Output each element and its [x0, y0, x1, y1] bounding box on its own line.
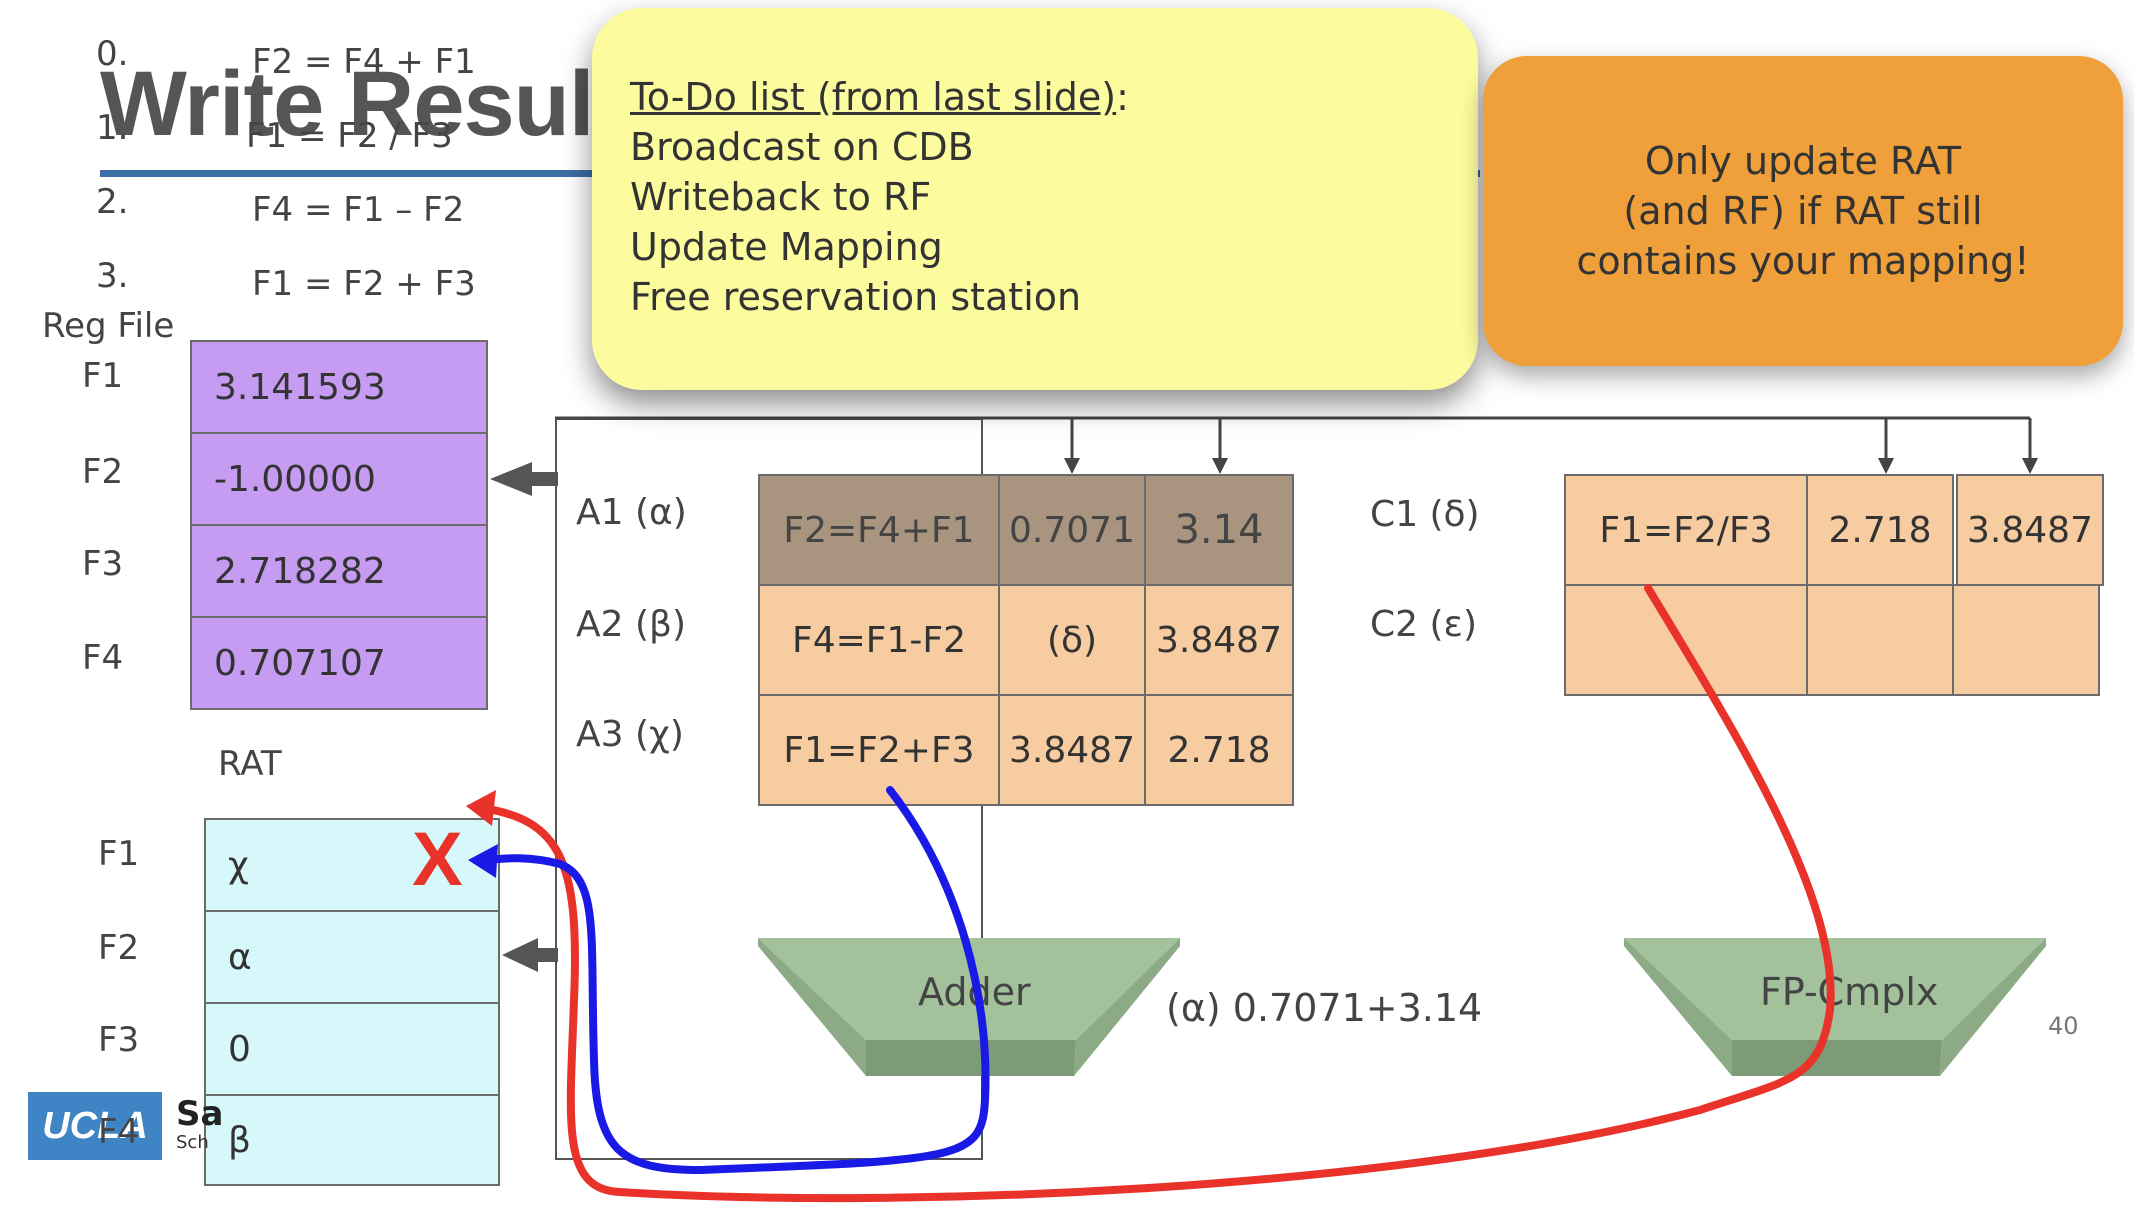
todo-item: Update Mapping	[630, 225, 943, 269]
rat-update-note: Only update RAT (and RF) if RAT still co…	[1483, 56, 2123, 366]
rat-reg-f4: F4	[98, 1112, 140, 1152]
cdb-arrowheads	[1064, 458, 2038, 474]
writeback-arrows	[490, 462, 558, 972]
note-line: (and RF) if RAT still	[1623, 189, 1983, 233]
adder-result-label: (α) 0.7071+3.14	[1166, 986, 1483, 1030]
instr-text-1: F1 = F2 / F3	[246, 116, 453, 156]
instr-num-2: 2.	[96, 182, 129, 222]
adder-unit-label: Adder	[918, 970, 1031, 1014]
instr-text-2: F4 = F1 – F2	[252, 190, 465, 230]
todo-list: To-Do list (from last slide): Broadcast …	[630, 72, 1129, 322]
note-line: contains your mapping!	[1576, 239, 2030, 283]
instr-num-1: 1.	[96, 108, 129, 148]
page-number: 40	[2048, 1012, 2079, 1040]
cdb-bus	[555, 416, 2032, 462]
instr-text-0: F2 = F4 + F1	[252, 42, 476, 82]
todo-item: Free reservation station	[630, 275, 1082, 319]
instr-num-0: 0.	[96, 34, 129, 74]
instr-text-3: F1 = F2 + F3	[252, 264, 476, 304]
todo-heading-colon: :	[1116, 75, 1129, 119]
note-line: Only update RAT	[1644, 139, 1962, 183]
instr-num-3: 3.	[96, 256, 129, 296]
todo-heading: To-Do list (from last slide)	[630, 75, 1117, 119]
todo-item: Writeback to RF	[630, 175, 932, 219]
rat-invalid-x: X	[412, 817, 463, 902]
todo-item: Broadcast on CDB	[630, 125, 974, 169]
cmplx-unit-label: FP-Cmplx	[1760, 970, 1939, 1014]
